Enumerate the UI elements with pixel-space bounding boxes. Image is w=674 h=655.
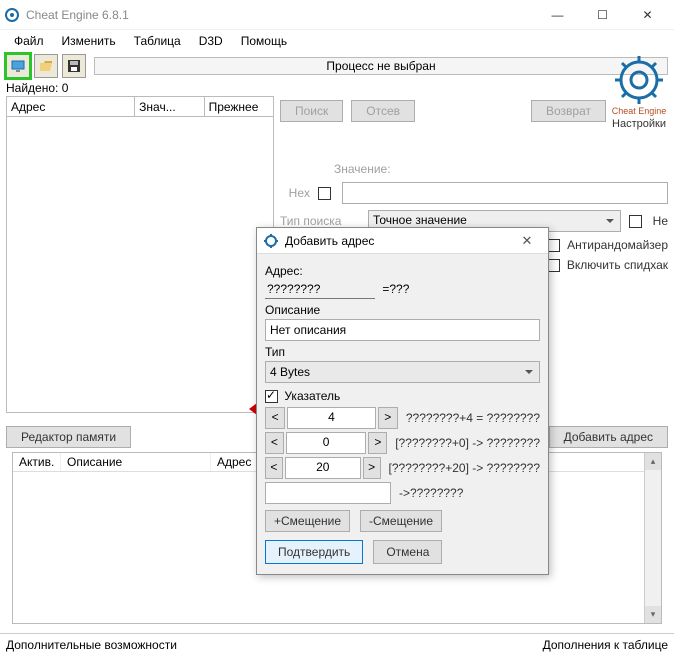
not-label: Не	[653, 214, 668, 228]
status-left[interactable]: Дополнительные возможности	[6, 638, 177, 652]
dialog-title: Добавить адрес	[285, 234, 512, 248]
dialog-desc-input[interactable]	[265, 319, 540, 341]
menu-edit[interactable]: Изменить	[54, 32, 124, 50]
dialog-desc-label: Описание	[265, 303, 540, 317]
titlebar: Cheat Engine 6.8.1 — ☐ ✕	[0, 0, 674, 30]
dialog-icon	[263, 233, 279, 249]
offset-input-1[interactable]: 0	[286, 432, 367, 454]
offset-expr-2: [????????+20] -> ????????	[389, 461, 540, 475]
hex-label: Hex	[280, 186, 310, 200]
floppy-icon	[66, 58, 82, 74]
dialog-ok-button[interactable]: Подтвердить	[265, 540, 363, 564]
window-title: Cheat Engine 6.8.1	[26, 8, 535, 22]
dialog-cancel-button[interactable]: Отмена	[373, 540, 442, 564]
search-button[interactable]: Поиск	[280, 100, 343, 122]
offset-row-0: < 4 > ????????+4 = ????????	[265, 407, 540, 429]
col-value[interactable]: Знач...	[135, 97, 204, 117]
offset-expr-1: [????????+0] -> ????????	[395, 436, 540, 450]
hex-checkbox[interactable]	[318, 187, 331, 200]
menubar: Файл Изменить Таблица D3D Помощь	[0, 30, 674, 52]
value-input[interactable]	[342, 182, 668, 204]
offset-row-1: < 0 > [????????+0] -> ????????	[265, 432, 540, 454]
memory-editor-button[interactable]: Редактор памяти	[6, 426, 131, 448]
dialog-address-eq: =???	[382, 282, 409, 296]
sift-button[interactable]: Отсев	[351, 100, 415, 122]
found-count: 0	[62, 81, 69, 95]
monitor-icon	[10, 58, 26, 74]
revert-button[interactable]: Возврат	[531, 100, 606, 122]
col-address[interactable]: Адрес	[7, 97, 135, 117]
pointer-checkbox[interactable]	[265, 390, 278, 403]
app-icon	[4, 7, 20, 23]
offset-row-2: < 20 > [????????+20] -> ????????	[265, 457, 540, 479]
offset-dec-1[interactable]: <	[265, 432, 284, 454]
save-button[interactable]	[62, 54, 86, 78]
antirandom-checkbox[interactable]	[547, 239, 560, 252]
offset-input-2[interactable]: 20	[285, 457, 361, 479]
scroll-down-icon[interactable]: ▾	[645, 606, 661, 623]
base-row: ->????????	[265, 482, 540, 504]
process-status[interactable]: Процесс не выбран	[94, 57, 668, 75]
add-address-dialog: Добавить адрес ✕ Адрес: =??? Описание Ти…	[256, 227, 549, 575]
offset-dec-0[interactable]: <	[265, 407, 285, 429]
found-label: Найдено:	[6, 81, 58, 95]
add-address-button[interactable]: Добавить адрес	[549, 426, 668, 448]
search-type-label: Тип поиска	[280, 214, 360, 228]
maximize-button[interactable]: ☐	[580, 1, 625, 29]
toolbar: Процесс не выбран	[0, 52, 674, 80]
menu-d3d[interactable]: D3D	[191, 32, 231, 50]
col-active[interactable]: Актив.	[13, 453, 61, 471]
menu-file[interactable]: Файл	[6, 32, 52, 50]
add-offset-button[interactable]: +Смещение	[265, 510, 350, 532]
menu-help[interactable]: Помощь	[233, 32, 295, 50]
dialog-titlebar[interactable]: Добавить адрес ✕	[257, 228, 548, 254]
close-button[interactable]: ✕	[625, 1, 670, 29]
scrollbar[interactable]: ▴ ▾	[644, 453, 661, 623]
not-checkbox[interactable]	[629, 215, 642, 228]
dialog-address-input[interactable]	[265, 280, 375, 299]
value-label: Значение:	[334, 162, 391, 176]
dialog-type-select[interactable]: 4 Bytes	[265, 361, 540, 383]
dialog-type-label: Тип	[265, 345, 540, 359]
base-expr: ->????????	[399, 486, 463, 500]
offset-dec-2[interactable]: <	[265, 457, 283, 479]
offset-expr-0: ????????+4 = ????????	[406, 411, 540, 425]
offset-inc-0[interactable]: >	[378, 407, 398, 429]
found-row: Найдено: 0	[0, 80, 674, 96]
speedhack-label: Включить спидхак	[567, 258, 668, 272]
pointer-label: Указатель	[284, 389, 340, 403]
open-button[interactable]	[34, 54, 58, 78]
offset-inc-1[interactable]: >	[368, 432, 387, 454]
results-panel: Адрес Знач... Прежнее	[6, 96, 274, 413]
offset-inc-2[interactable]: >	[363, 457, 381, 479]
minimize-button[interactable]: —	[535, 1, 580, 29]
antirandom-label: Антирандомайзер	[567, 238, 668, 252]
menu-table[interactable]: Таблица	[126, 32, 189, 50]
scroll-up-icon[interactable]: ▴	[645, 453, 661, 470]
folder-open-icon	[38, 58, 54, 74]
dialog-address-label: Адрес:	[265, 264, 540, 278]
col-description[interactable]: Описание	[61, 453, 211, 471]
offset-input-0[interactable]: 4	[287, 407, 375, 429]
base-address-input[interactable]	[265, 482, 391, 504]
results-body[interactable]	[6, 117, 274, 413]
remove-offset-button[interactable]: -Смещение	[360, 510, 442, 532]
col-prev[interactable]: Прежнее	[204, 97, 273, 117]
select-process-button[interactable]	[6, 54, 30, 78]
dialog-close-button[interactable]: ✕	[512, 233, 542, 249]
status-right[interactable]: Дополнения к таблице	[543, 638, 668, 652]
statusbar: Дополнительные возможности Дополнения к …	[0, 633, 674, 655]
